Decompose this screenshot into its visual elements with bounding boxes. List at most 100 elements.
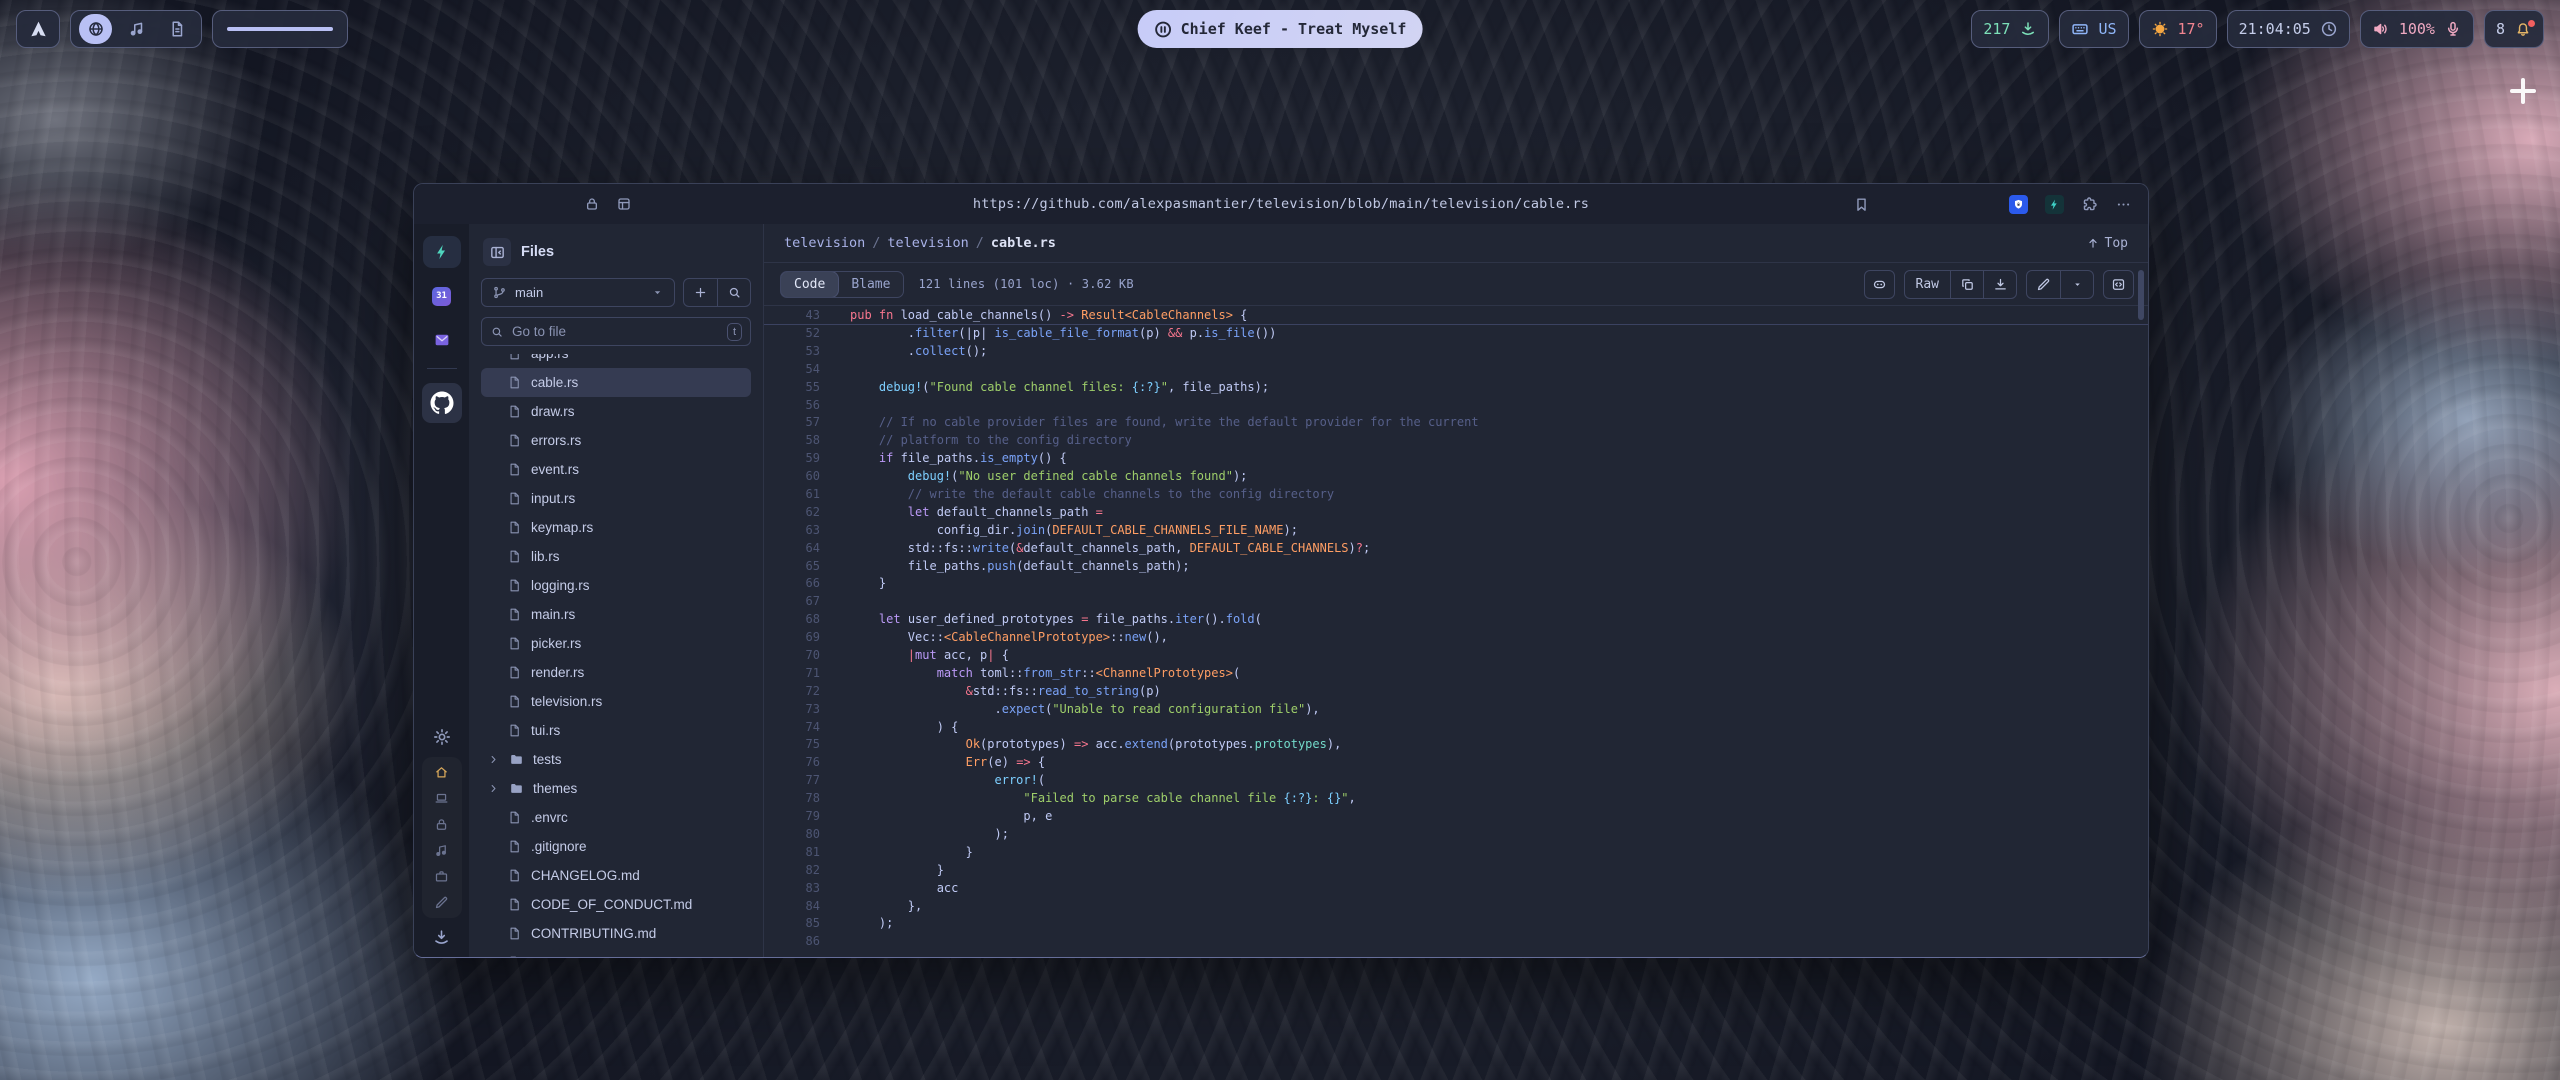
line-number[interactable]: 76 [764,754,820,772]
file-tree-item-clipped[interactable] [481,948,751,957]
tab-github[interactable] [422,383,462,423]
status-widget-clock[interactable]: 21:04:05 [2227,10,2350,48]
file-tree-item-input.rs[interactable]: input.rs [481,484,751,513]
line-number[interactable]: 57 [764,414,820,432]
file-tree-item-television.rs[interactable]: television.rs [481,687,751,716]
download-raw-button[interactable] [1983,271,2016,298]
line-number[interactable]: 83 [764,880,820,898]
pinned-tab-calendar[interactable]: 31 [423,280,461,312]
file-tree-item-CHANGELOG.md[interactable]: CHANGELOG.md [481,861,751,890]
line-number[interactable]: 71 [764,665,820,683]
line-number[interactable]: 85 [764,915,820,933]
music-note-icon[interactable] [434,843,449,858]
collapse-sidebar-button[interactable] [483,238,511,266]
line-number[interactable]: 53 [764,343,820,361]
laptop-icon[interactable] [434,791,449,806]
line-number[interactable]: 86 [764,933,820,951]
ellipsis-menu-icon[interactable] [2115,196,2132,213]
launcher-button[interactable] [16,10,60,48]
line-number[interactable]: 69 [764,629,820,647]
line-number[interactable]: 75 [764,736,820,754]
copy-button[interactable] [1950,271,1983,298]
edit-button[interactable] [2027,271,2060,298]
media-widget[interactable]: Chief Keef - Treat Myself [1138,10,1423,48]
line-number[interactable]: 61 [764,486,820,504]
line-number[interactable]: 80 [764,826,820,844]
line-number[interactable]: 77 [764,772,820,790]
line-number[interactable]: 64 [764,540,820,558]
line-number[interactable]: 58 [764,432,820,450]
line-number[interactable]: 79 [764,808,820,826]
lock-icon[interactable] [434,817,449,832]
styles-extension-icon[interactable] [2045,195,2064,214]
pinned-tab-mail[interactable] [423,324,461,356]
add-file-button[interactable] [684,279,717,306]
symbols-button[interactable] [2103,270,2134,299]
file-tree-item-app.rs[interactable]: app.rs [481,354,751,368]
file-tree-item-.envrc[interactable]: .envrc [481,803,751,832]
line-number[interactable]: 68 [764,611,820,629]
briefcase-icon[interactable] [434,869,449,884]
line-number[interactable]: 70 [764,647,820,665]
tab-code[interactable]: Code [781,272,838,297]
bitwarden-extension-icon[interactable] [2009,195,2028,214]
line-number[interactable]: 81 [764,844,820,862]
file-tree-item-logging.rs[interactable]: logging.rs [481,571,751,600]
file-tree-item-tests[interactable]: tests [481,745,751,774]
back-to-top-link[interactable]: Top [2086,236,2128,251]
tab-blame[interactable]: Blame [838,272,903,297]
home-icon[interactable] [434,765,449,780]
line-number[interactable]: 54 [764,361,820,379]
file-tree-item-CODE_OF_CONDUCT.md[interactable]: CODE_OF_CONDUCT.md [481,890,751,919]
file-tree-item-cable.rs[interactable]: cable.rs [481,368,751,397]
file-tree-item-themes[interactable]: themes [481,774,751,803]
file-tree-item-draw.rs[interactable]: draw.rs [481,397,751,426]
file-tree-item-keymap.rs[interactable]: keymap.rs [481,513,751,542]
lock-icon[interactable] [584,196,600,212]
app-button-globe[interactable] [79,14,112,44]
file-tree-item-CONTRIBUTING.md[interactable]: CONTRIBUTING.md [481,919,751,948]
line-number[interactable]: 78 [764,790,820,808]
file-tree-item-errors.rs[interactable]: errors.rs [481,426,751,455]
puzzle-extensions-icon[interactable] [2081,196,2098,213]
breadcrumb-item-0[interactable]: television [784,235,865,251]
line-number[interactable]: 43 [764,306,820,324]
file-tree-item-render.rs[interactable]: render.rs [481,658,751,687]
line-number[interactable]: 55 [764,379,820,397]
line-number[interactable]: 72 [764,683,820,701]
pencil-icon[interactable] [434,895,449,910]
file-tree-item-lib.rs[interactable]: lib.rs [481,542,751,571]
status-widget-updates[interactable]: 217 [1971,10,2049,48]
status-widget-keyboard-layout[interactable]: US [2059,10,2128,48]
scrollbar-thumb[interactable] [2138,270,2144,320]
line-number[interactable]: 73 [764,701,820,719]
bookmark-icon[interactable] [1853,196,1870,213]
line-number[interactable]: 56 [764,397,820,415]
file-tree-item-.gitignore[interactable]: .gitignore [481,832,751,861]
url-bar[interactable]: https://github.com/alexpasmantier/televi… [973,196,1589,212]
copilot-button[interactable] [1864,270,1895,299]
search-tree-button[interactable] [717,279,750,306]
pinned-tab-bolt[interactable] [423,236,461,268]
line-number[interactable]: 62 [764,504,820,522]
file-tree-item-main.rs[interactable]: main.rs [481,600,751,629]
edit-caret-button[interactable] [2060,271,2093,298]
code-view[interactable]: 43pub fn load_cable_channels() -> Result… [764,306,2148,957]
line-number[interactable]: 84 [764,898,820,916]
line-number[interactable]: 65 [764,558,820,576]
app-button-music-note[interactable] [121,14,152,44]
file-tree-item-event.rs[interactable]: event.rs [481,455,751,484]
gear-icon[interactable] [432,727,452,747]
line-number[interactable]: 66 [764,575,820,593]
line-number[interactable]: 59 [764,450,820,468]
goto-file-input[interactable] [512,324,719,339]
breadcrumb-item-1[interactable]: television [887,235,968,251]
line-number[interactable]: 82 [764,862,820,880]
status-widget-notifications[interactable]: 8 [2484,10,2544,48]
line-number[interactable]: 74 [764,719,820,737]
line-number[interactable]: 67 [764,593,820,611]
line-number[interactable]: 63 [764,522,820,540]
status-widget-volume[interactable]: 100% [2360,10,2474,48]
downloads-icon[interactable] [432,928,451,947]
app-button-document[interactable] [162,14,193,44]
